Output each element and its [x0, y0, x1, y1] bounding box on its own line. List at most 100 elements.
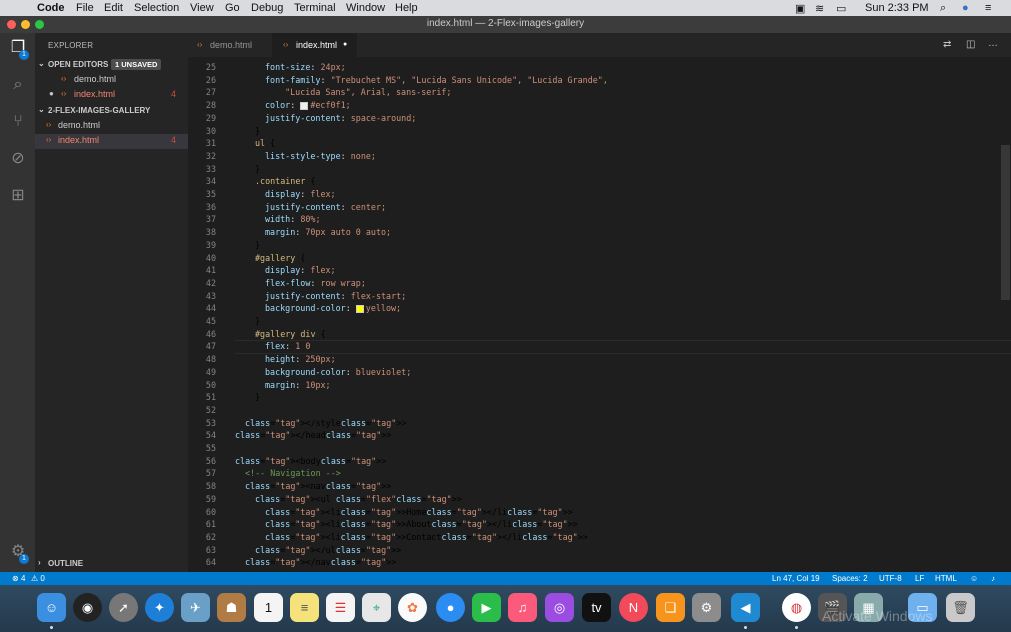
feedback-icon[interactable]: ☺ — [970, 574, 978, 583]
safari-icon[interactable]: ✦ — [145, 593, 174, 622]
code-line[interactable]: class="tag"><liclass="tag">>Aboutclass="… — [265, 519, 578, 529]
code-line[interactable]: flex-flow: row wrap; — [265, 278, 366, 288]
code-line[interactable]: flex: 1 0 — [265, 341, 310, 351]
menu-terminal[interactable]: Terminal — [294, 2, 336, 14]
menu-selection[interactable]: Selection — [134, 2, 179, 14]
unsaved-dot-icon[interactable]: ● — [343, 41, 347, 48]
code-line[interactable]: justify-content: space-around; — [265, 113, 416, 123]
wifi-icon[interactable]: ≋ — [815, 2, 824, 15]
menu-edit[interactable]: Edit — [104, 2, 123, 14]
project-file-index[interactable]: ‹› index.html 4 — [35, 134, 188, 149]
code-line[interactable]: justify-content: flex-start; — [265, 291, 406, 301]
source-control-icon[interactable]: ⑂ — [8, 112, 28, 132]
battery-icon[interactable]: ▭ — [836, 2, 846, 15]
menu-file[interactable]: File — [76, 2, 94, 14]
maps-icon[interactable]: ⌖ — [362, 593, 391, 622]
menu-help[interactable]: Help — [395, 2, 418, 14]
code-line[interactable]: margin: 10px; — [265, 380, 331, 390]
menu-debug[interactable]: Debug — [251, 2, 283, 14]
code-line[interactable]: class="tag"></navclass="tag">> — [245, 557, 396, 567]
menu-view[interactable]: View — [190, 2, 214, 14]
photos-icon[interactable]: ✿ — [398, 593, 427, 622]
code-line[interactable]: class="tag"><liclass="tag">>Homeclass="t… — [265, 507, 573, 517]
chrome-icon[interactable]: ◍ — [782, 593, 811, 622]
clock[interactable]: Sun 2:33 PM — [865, 2, 929, 14]
extensions-icon[interactable]: ⊞ — [8, 186, 28, 206]
code-line[interactable]: <!-- Navigation --> — [245, 468, 341, 478]
indentation[interactable]: Spaces: 2 — [832, 574, 868, 583]
siri-icon[interactable]: ● — [962, 2, 969, 14]
warnings-indicator[interactable]: ⚠ 0 — [31, 574, 45, 583]
code-line[interactable]: ul { — [255, 138, 275, 148]
vscode-icon[interactable]: ◀ — [731, 593, 760, 622]
debug-icon[interactable]: ⊘ — [8, 149, 28, 169]
code-line[interactable]: } — [255, 316, 260, 326]
facetime-icon[interactable]: ▶ — [472, 593, 501, 622]
code-line[interactable]: class="tag"></headclass="tag">> — [235, 430, 391, 440]
open-editors-section[interactable]: ⌄ OPEN EDITORS 1 UNSAVED — [35, 59, 188, 73]
podcasts-icon[interactable]: ◎ — [545, 593, 574, 622]
split-editor-icon[interactable]: ◫ — [966, 39, 975, 50]
code-line[interactable]: height: 250px; — [265, 354, 336, 364]
code-line[interactable]: .container { — [255, 176, 316, 186]
cursor-position[interactable]: Ln 47, Col 19 — [772, 574, 820, 583]
code-line[interactable]: list-style-type: none; — [265, 151, 376, 161]
code-line[interactable]: } — [255, 240, 260, 250]
apple-tv-icon[interactable]: tv — [582, 593, 611, 622]
tab-index[interactable]: ‹› index.html ● — [272, 33, 357, 57]
launchpad-icon[interactable]: ➚ — [109, 593, 138, 622]
code-line[interactable]: justify-content: center; — [265, 202, 386, 212]
code-line[interactable]: } — [255, 126, 260, 136]
code-line[interactable]: } — [255, 392, 260, 402]
code-line[interactable]: class="tag"></styleclass="tag">> — [245, 418, 406, 428]
music-icon[interactable]: ♫ — [508, 593, 537, 622]
code-line[interactable]: width: 80%; — [265, 214, 320, 224]
code-line[interactable]: class="tag"><navclass="tag">> — [245, 481, 391, 491]
code-editor[interactable]: 25 font-size: 24px; 26 font-family: "Trebuc… — [188, 57, 1011, 572]
notes-icon[interactable]: ≡ — [290, 593, 319, 622]
code-line[interactable]: class="tag"><liclass="tag">>Contactclass… — [265, 532, 588, 542]
notification-center-icon[interactable]: ≡ — [985, 2, 991, 14]
menu-window[interactable]: Window — [346, 2, 385, 14]
screen-icon[interactable]: ▣ — [795, 2, 805, 15]
bell-icon[interactable]: ♪ — [991, 574, 995, 583]
books-icon[interactable]: ❏ — [656, 593, 685, 622]
code-line[interactable]: } — [255, 164, 260, 174]
code-line[interactable]: font-family: "Trebuchet MS", "Lucida San… — [265, 75, 608, 85]
system-preferences-icon[interactable]: ⚙ — [692, 593, 721, 622]
spotlight-search-icon[interactable]: ⌕ — [940, 2, 946, 15]
code-line[interactable]: background-color: yellow; — [265, 303, 401, 313]
reminders-icon[interactable]: ☰ — [326, 593, 355, 622]
code-line[interactable]: font-size: 24px; — [265, 62, 346, 72]
code-line[interactable]: class="tag"><ul class="flex"class="tag">… — [255, 494, 462, 504]
outline-section[interactable]: › OUTLINE — [35, 558, 188, 572]
photo-app-icon[interactable]: ✈ — [181, 593, 210, 622]
code-line[interactable]: "Lucida Sans", Arial, sans-serif; — [275, 87, 451, 97]
code-line[interactable]: display: flex; — [265, 265, 336, 275]
code-line[interactable]: #gallery { — [255, 253, 305, 263]
trash-icon[interactable]: 🗑 — [946, 593, 975, 622]
open-changes-icon[interactable]: ⇄ — [943, 39, 951, 50]
vertical-scrollbar[interactable] — [1001, 145, 1010, 300]
code-line[interactable]: background-color: blueviolet; — [265, 367, 411, 377]
end-of-line[interactable]: LF — [915, 574, 924, 583]
open-editor-index[interactable]: ● ‹› index.html 4 — [35, 88, 188, 103]
more-actions-icon[interactable]: … — [988, 38, 998, 49]
calendar-icon[interactable]: 1 — [254, 593, 283, 622]
code-line[interactable]: class="tag"><bodyclass="tag">> — [235, 456, 386, 466]
menu-app[interactable]: Code — [37, 2, 65, 14]
language-mode[interactable]: HTML — [935, 574, 957, 583]
finder-icon[interactable]: ☺ — [37, 593, 66, 622]
news-icon[interactable]: N — [619, 593, 648, 622]
menu-go[interactable]: Go — [225, 2, 240, 14]
encoding[interactable]: UTF-8 — [879, 574, 902, 583]
search-icon[interactable]: ⌕ — [8, 75, 28, 95]
tab-demo[interactable]: ‹› demo.html — [188, 33, 272, 57]
code-line[interactable]: color: #ecf0f1; — [265, 100, 351, 110]
code-line[interactable]: margin: 70px auto 0 auto; — [265, 227, 391, 237]
code-line[interactable]: class="tag"></ulclass="tag">> — [255, 545, 401, 555]
messages-icon[interactable]: ● — [436, 593, 465, 622]
code-line[interactable]: display: flex; — [265, 189, 336, 199]
siri-icon[interactable]: ◉ — [73, 593, 102, 622]
code-line[interactable]: #gallery div { — [255, 329, 326, 339]
